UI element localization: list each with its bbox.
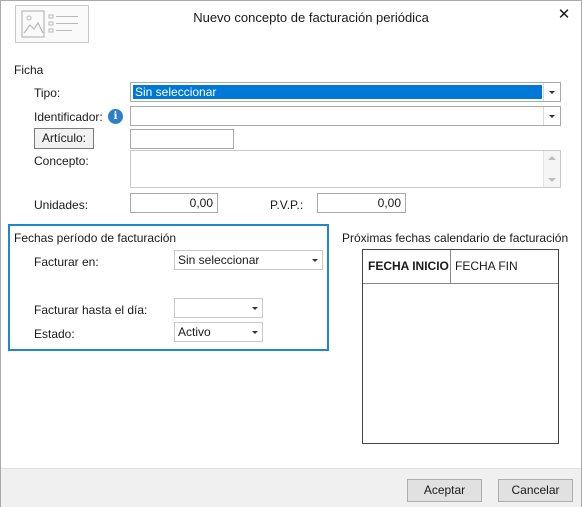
facturar-hasta-select[interactable]	[174, 298, 263, 318]
tipo-label: Tipo:	[34, 86, 61, 100]
concepto-label: Concepto:	[34, 154, 89, 168]
unidades-value: 0,00	[189, 196, 213, 210]
tipo-select[interactable]: Sin seleccionar	[130, 82, 561, 102]
close-icon: ✕	[557, 6, 571, 23]
facturar-en-value: Sin seleccionar	[178, 253, 260, 267]
estado-label: Estado:	[34, 327, 75, 341]
facturar-en-select[interactable]: Sin seleccionar	[174, 250, 323, 270]
chevron-down-icon	[252, 307, 258, 310]
identificador-label: Identificador:	[34, 110, 103, 124]
proximas-fechas-label: Próximas fechas calendario de facturació…	[342, 231, 569, 245]
tipo-selected-value: Sin seleccionar	[133, 85, 542, 99]
scroll-up-icon[interactable]	[548, 156, 556, 160]
dialog-window: Nuevo concepto de facturación periódica …	[0, 0, 582, 507]
accept-button[interactable]: Aceptar	[407, 479, 482, 502]
cancel-button[interactable]: Cancelar	[498, 479, 573, 502]
grid-header: FECHA INICIO FECHA FIN	[363, 250, 558, 284]
ficha-section-label: Ficha	[14, 63, 44, 77]
image-placeholder-icon	[15, 5, 89, 43]
articulo-button[interactable]: Artículo:	[34, 128, 94, 149]
pvp-value: 0,00	[377, 196, 401, 210]
facturar-hasta-label: Facturar hasta el día:	[34, 303, 148, 317]
close-button[interactable]: ✕	[551, 3, 577, 27]
estado-value: Activo	[178, 325, 211, 339]
identificador-select[interactable]	[130, 106, 561, 126]
facturar-en-label: Facturar en:	[34, 255, 99, 269]
estado-select[interactable]: Activo	[174, 322, 263, 342]
pvp-label: P.V.P.:	[270, 198, 304, 212]
column-header-fecha-inicio[interactable]: FECHA INICIO	[363, 250, 451, 283]
unidades-input[interactable]: 0,00	[130, 193, 218, 213]
proximas-fechas-grid[interactable]: FECHA INICIO FECHA FIN	[362, 249, 559, 444]
title-bar: Nuevo concepto de facturación periódica …	[1, 1, 581, 45]
chevron-down-icon	[312, 259, 318, 262]
dialog-footer: Aceptar Cancelar	[1, 468, 581, 507]
scroll-down-icon[interactable]	[548, 178, 556, 182]
concepto-scrollbar[interactable]	[543, 151, 560, 187]
info-icon[interactable]: i	[108, 109, 123, 124]
fechas-group-label: Fechas período de facturación	[14, 231, 177, 245]
pvp-input[interactable]: 0,00	[317, 193, 406, 213]
dialog-title: Nuevo concepto de facturación periódica	[193, 10, 429, 25]
chevron-down-icon	[252, 331, 258, 334]
unidades-label: Unidades:	[34, 198, 89, 212]
chevron-down-icon[interactable]	[543, 107, 560, 125]
articulo-input[interactable]	[130, 129, 234, 149]
concepto-textarea[interactable]	[130, 150, 561, 188]
fechas-periodo-group: Fechas período de facturación Facturar e…	[8, 224, 329, 351]
chevron-down-icon[interactable]	[543, 83, 560, 101]
column-header-fecha-fin[interactable]: FECHA FIN	[455, 250, 518, 283]
